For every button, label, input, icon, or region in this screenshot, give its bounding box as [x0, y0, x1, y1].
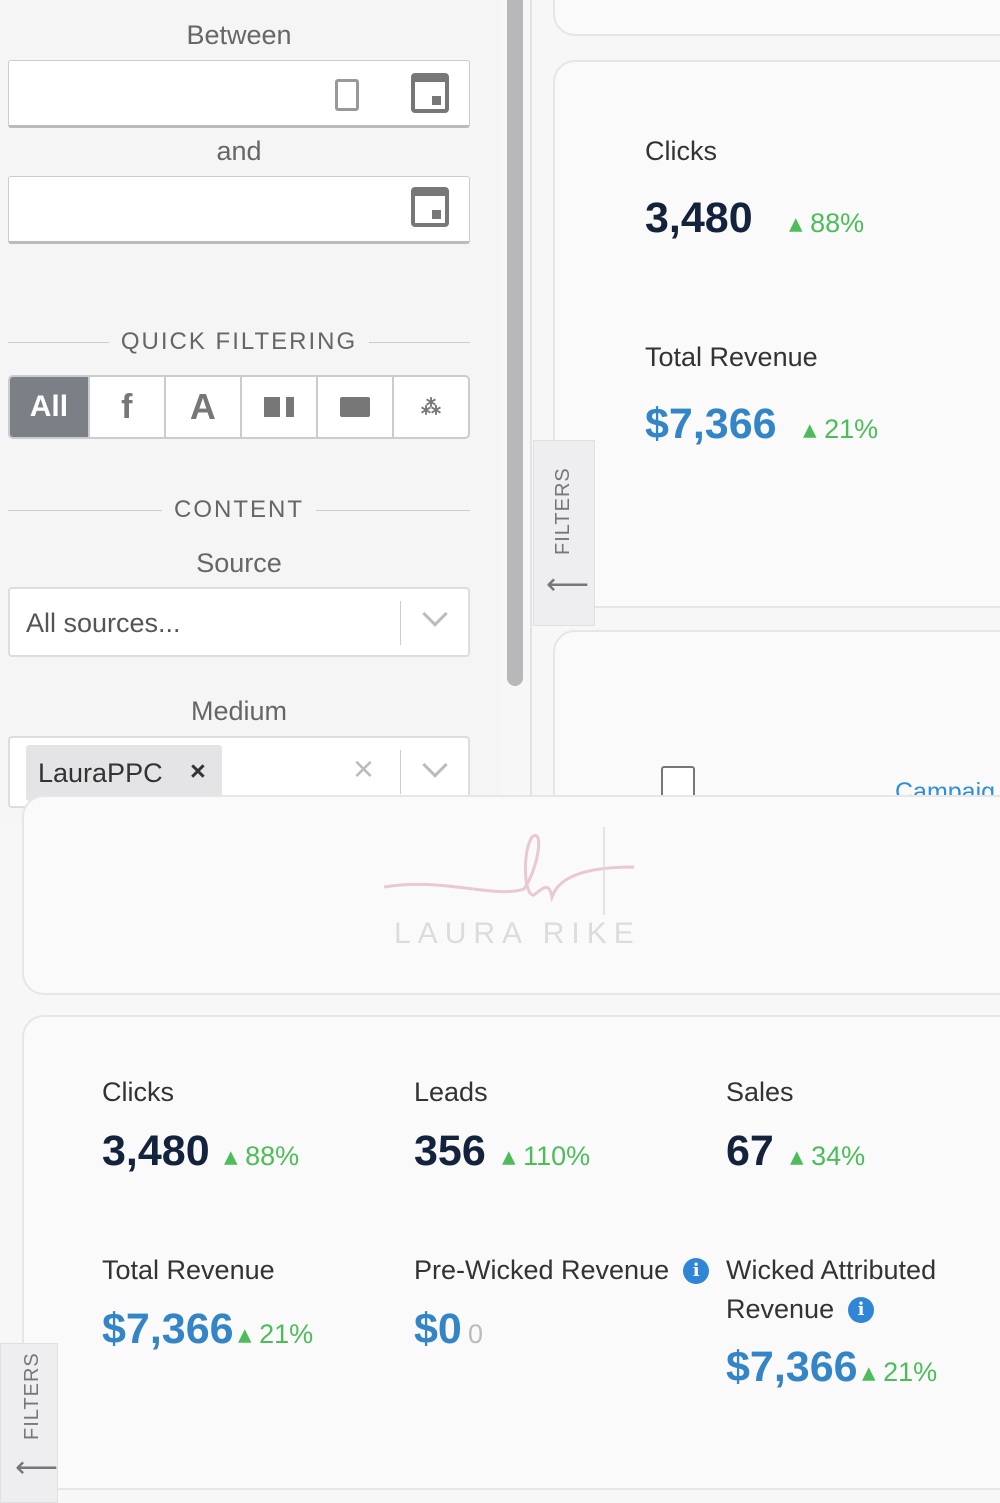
bottom-section: LAURA RIKE Clicks 3,480 ▴ 88% Leads 356 … — [0, 795, 1000, 1503]
wicked-pct: 21% — [883, 1357, 938, 1387]
calendar-icon[interactable] — [411, 73, 449, 113]
signature-logo — [384, 827, 635, 915]
contact-card-icon — [335, 79, 359, 111]
clicks-label: Clicks — [645, 136, 717, 166]
filter-panel: Between and QUICK FILTERING All f A ⁂ CO… — [0, 0, 500, 825]
revenue-pct: 21% — [824, 414, 879, 444]
info-icon[interactable]: i — [848, 1297, 875, 1323]
wicked-change: ▴ 21% — [862, 1357, 938, 1387]
quick-filter-facebook[interactable]: f — [90, 377, 166, 437]
wicked-label: Wicked Attributed — [726, 1255, 937, 1285]
chevron-down-icon[interactable] — [422, 601, 448, 627]
clicks-pct: 88% — [245, 1141, 300, 1171]
source-select[interactable]: All sources... — [8, 587, 470, 657]
filters-toggle-tab[interactable]: FILTERS ⟵ — [533, 440, 595, 626]
quick-filter-display[interactable] — [242, 377, 318, 437]
quick-filter-email[interactable] — [318, 377, 394, 437]
sales-change: ▴ 34% — [790, 1141, 866, 1171]
quick-filtering-text: QUICK FILTERING — [120, 328, 358, 355]
quick-filter-other[interactable]: ⁂ — [394, 377, 468, 437]
prewicked-change: 0 — [468, 1319, 484, 1349]
medium-tag: LauraPPC × — [26, 745, 222, 801]
content-heading: CONTENT — [8, 496, 470, 524]
clicks-value: 3,480 — [102, 1127, 210, 1175]
quick-filter-group: All f A ⁂ — [8, 375, 470, 439]
panel-divider — [530, 0, 532, 825]
revenue-label: Total Revenue — [645, 342, 818, 372]
leads-pct: 110% — [523, 1141, 591, 1171]
prewicked-label-text: Pre-Wicked Revenue — [414, 1255, 670, 1285]
revenue-change: ▴ 21% — [803, 414, 879, 444]
content-text: CONTENT — [174, 496, 304, 523]
logo-card: LAURA RIKE — [22, 795, 1000, 995]
sales-pct: 34% — [811, 1141, 866, 1171]
divider — [400, 601, 401, 645]
revenue-value: $7,366 — [645, 400, 777, 448]
source-label: Source — [196, 548, 282, 578]
prewicked-value: $0 — [414, 1305, 462, 1353]
source-placeholder: All sources... — [26, 608, 181, 638]
arrow-left-icon: ⟵ — [546, 568, 590, 601]
leads-label: Leads — [414, 1077, 488, 1107]
calendar-icon[interactable] — [411, 187, 449, 227]
top-card — [553, 0, 1000, 36]
wicked-label-text: Revenue — [726, 1294, 835, 1324]
clicks-value: 3,480 — [645, 194, 753, 242]
info-icon[interactable]: i — [683, 1258, 710, 1284]
revenue-change: ▴ 21% — [238, 1319, 314, 1349]
scrollbar-thumb[interactable] — [507, 0, 523, 686]
sales-label: Sales — [726, 1077, 794, 1107]
clicks-pct: 88% — [810, 208, 865, 238]
clear-icon[interactable]: × — [353, 748, 374, 790]
divider — [400, 750, 401, 794]
clicks-change: ▴ 88% — [224, 1141, 300, 1171]
sales-value: 67 — [726, 1127, 774, 1175]
quick-filter-all[interactable]: All — [10, 377, 90, 437]
leads-value: 356 — [414, 1127, 486, 1175]
filters-tab-label: FILTERS — [552, 467, 574, 555]
envelope-icon — [339, 397, 370, 417]
filters-tab-label: FILTERS — [21, 1352, 43, 1440]
chevron-down-icon[interactable] — [422, 752, 448, 778]
clicks-change: ▴ 88% — [789, 208, 865, 238]
revenue-label: Total Revenue — [102, 1255, 275, 1285]
leads-change: ▴ 110% — [502, 1141, 591, 1171]
network-icon: ⁂ — [420, 396, 441, 419]
and-label: and — [216, 136, 262, 166]
wicked-label-line2: Revenue i — [726, 1294, 875, 1325]
medium-tag-label: LauraPPC — [38, 758, 163, 788]
summary-card: Clicks 3,480 ▴ 88% Total Revenue $7,366 … — [553, 60, 1000, 608]
quick-filter-adwords[interactable]: A — [166, 377, 242, 437]
logo-text: LAURA RIKE — [394, 917, 641, 950]
clicks-label: Clicks — [102, 1077, 174, 1107]
remove-tag-icon[interactable]: × — [190, 756, 206, 787]
stats-card: Clicks 3,480 ▴ 88% Leads 356 ▴ 110% Sale… — [22, 1015, 1000, 1490]
prewicked-label: Pre-Wicked Revenue i — [414, 1255, 710, 1286]
wicked-value: $7,366 — [726, 1343, 858, 1391]
filters-toggle-tab[interactable]: FILTERS ⟵ — [0, 1343, 58, 1503]
end-date-input[interactable] — [8, 176, 470, 244]
between-label: Between — [186, 20, 292, 50]
medium-label: Medium — [190, 696, 288, 726]
display-ad-icon — [263, 397, 294, 417]
arrow-left-icon: ⟵ — [15, 1451, 59, 1484]
start-date-input[interactable] — [8, 60, 470, 128]
revenue-pct: 21% — [259, 1319, 314, 1349]
quick-filtering-heading: QUICK FILTERING — [8, 328, 470, 356]
revenue-value: $7,366 — [102, 1305, 234, 1353]
